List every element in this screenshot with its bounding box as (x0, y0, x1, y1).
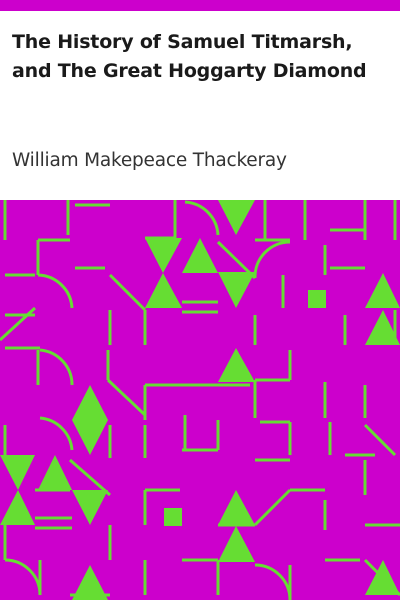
geometric-pattern-graphic (0, 200, 400, 600)
book-title: The History of Samuel Titmarsh, and The … (12, 31, 367, 82)
book-author: William Makepeace Thackeray (12, 150, 287, 171)
cover-pattern (0, 200, 400, 600)
top-color-bar (0, 0, 400, 11)
book-cover: The History of Samuel Titmarsh, and The … (0, 0, 400, 600)
